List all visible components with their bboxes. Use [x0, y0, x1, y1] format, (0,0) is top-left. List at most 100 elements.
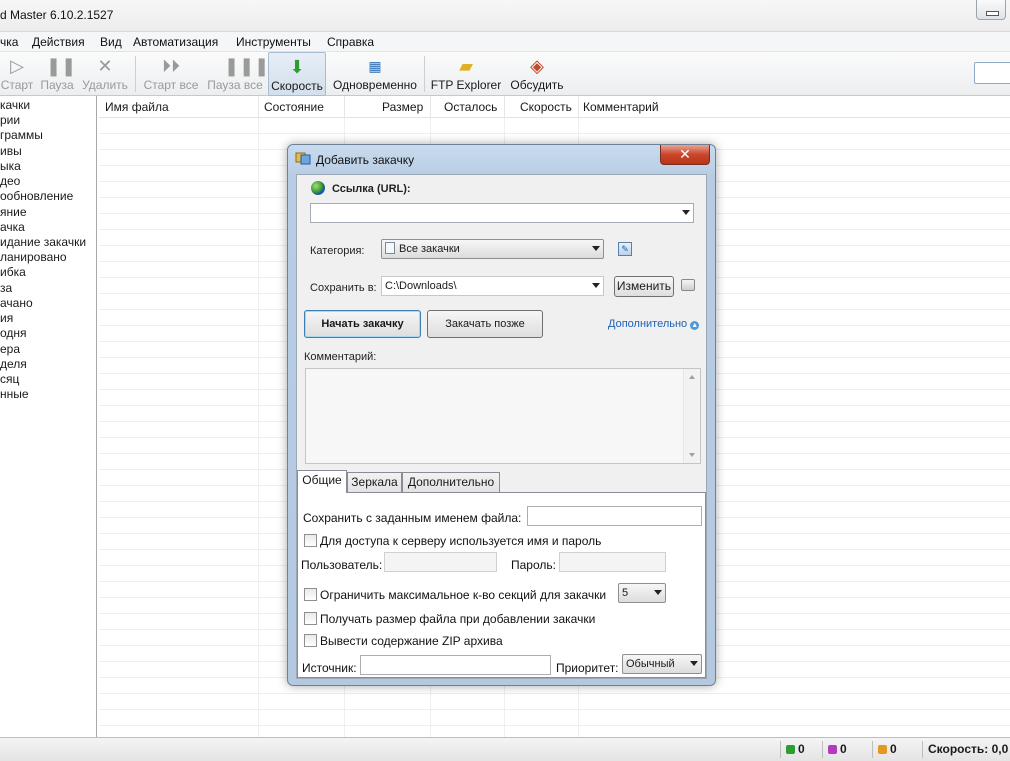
queued-status-icon [828, 745, 837, 754]
pause-icon: ❚❚ [46, 56, 77, 76]
start-button[interactable]: ▷ Старт [0, 52, 34, 96]
chevron-down-icon [690, 661, 698, 666]
limit-sections-label: Ограничить максимальное к-во секций для … [320, 588, 607, 602]
status-bar: 0 0 0 Скорость: 0,0 [0, 737, 1010, 761]
tree-item[interactable]: ланировано [0, 250, 67, 264]
paused-count: 0 [878, 742, 897, 756]
speed-button[interactable]: ⬇ Скорость [268, 52, 326, 96]
add-download-icon [295, 152, 311, 165]
pause-button[interactable]: ❚❚ Пауза [38, 52, 76, 96]
paused-status-icon [878, 745, 887, 754]
delete-x-icon: ✕ [97, 56, 113, 76]
column-header-comment[interactable]: Комментарий [583, 100, 659, 114]
limit-sections-checkbox[interactable] [304, 588, 317, 601]
ftp-explorer-button[interactable]: ▰ FTP Explorer [428, 52, 504, 96]
tree-item[interactable]: ибка [0, 265, 26, 279]
priority-select[interactable]: Обычный [622, 654, 702, 674]
category-folder-icon [385, 242, 395, 254]
tab-mirrors[interactable]: Зеркала [347, 472, 402, 492]
user-input[interactable] [384, 552, 497, 572]
tree-item[interactable]: граммы [0, 128, 43, 142]
zip-contents-checkbox[interactable] [304, 634, 317, 647]
globe-icon [311, 181, 325, 195]
tree-item[interactable]: яние [0, 205, 27, 219]
dialog-body: Ссылка (URL): Категория: Все закачки ✎ С… [296, 174, 707, 679]
save-path-select[interactable]: C:\Downloads\ [381, 276, 604, 296]
tree-item[interactable]: део [0, 174, 20, 188]
tree-item[interactable]: ивы [0, 144, 22, 158]
menu-view[interactable]: Вид [100, 35, 122, 49]
toolbar-separator [424, 56, 425, 92]
tree-item[interactable]: ера [0, 342, 20, 356]
menu-actions[interactable]: Действия [32, 35, 85, 49]
menu-file[interactable]: чка [0, 35, 18, 49]
simultaneous-button[interactable]: ▦ Одновременно [330, 52, 420, 96]
tree-item[interactable]: качки [0, 98, 30, 112]
save-as-label: Сохранить с заданным именем файла: [303, 511, 522, 525]
password-label: Пароль: [511, 558, 556, 572]
tree-item[interactable]: идание закачки [0, 235, 86, 249]
category-settings-icon[interactable]: ✎ [618, 242, 632, 256]
discuss-button[interactable]: ◈ Обсудить [507, 52, 567, 96]
tree-item[interactable]: рии [0, 113, 20, 127]
change-path-button[interactable]: Изменить [614, 276, 674, 297]
tree-item[interactable]: одня [0, 326, 27, 340]
tree-item[interactable]: за [0, 281, 12, 295]
play-icon: ▷ [10, 56, 24, 76]
tree-item[interactable]: ообновление [0, 189, 73, 203]
minimize-button[interactable] [976, 0, 1006, 20]
tab-page-general: Сохранить с заданным именем файла: Для д… [297, 492, 706, 678]
tree-item[interactable]: ачка [0, 220, 25, 234]
dialog-close-button[interactable]: ✕ [660, 145, 710, 165]
speed-readout: Скорость: 0,0 [928, 742, 1009, 756]
column-header-filename[interactable]: Имя файла [105, 100, 169, 114]
collapse-up-icon: ▲ [690, 321, 700, 330]
start-download-button[interactable]: Начать закачку [304, 310, 421, 338]
save-as-filename-input[interactable] [527, 506, 702, 526]
tree-item[interactable]: деля [0, 357, 27, 371]
sections-count-select[interactable]: 5 [618, 583, 666, 603]
chevron-down-icon [682, 210, 690, 215]
tree-item[interactable]: сяц [0, 372, 19, 386]
tree-item[interactable]: нные [0, 387, 29, 401]
download-later-button[interactable]: Закачать позже [427, 310, 543, 338]
tab-general[interactable]: Общие [297, 470, 347, 493]
start-all-button[interactable]: ⏵⏵ Старт все [140, 52, 202, 96]
password-input[interactable] [559, 552, 666, 572]
zip-contents-label: Вывести содержание ZIP архива [320, 634, 503, 648]
menu-tools[interactable]: Инструменты [236, 35, 311, 49]
url-input[interactable] [310, 203, 694, 223]
menu-bar: чка Действия Вид Автоматизация Инструмен… [0, 32, 1010, 52]
column-header-speed[interactable]: Скорость [520, 100, 572, 114]
get-size-label: Получать размер файла при добавлении зак… [320, 612, 596, 626]
pause-all-button[interactable]: ❚❚❚ Пауза все [205, 52, 269, 96]
tree-item[interactable]: ачано [0, 296, 33, 310]
auth-checkbox[interactable] [304, 534, 317, 547]
tab-advanced[interactable]: Дополнительно [402, 472, 500, 492]
menu-help[interactable]: Справка [327, 35, 374, 49]
menu-automation[interactable]: Автоматизация [133, 35, 218, 49]
disk-icon[interactable] [681, 279, 695, 291]
download-list-header: Имя файла Состояние Размер Осталось Скор… [99, 96, 1010, 118]
search-input[interactable] [974, 62, 1010, 84]
chevron-down-icon [592, 246, 600, 251]
auth-checkbox-label: Для доступа к серверу используется имя и… [320, 534, 602, 548]
url-label: Ссылка (URL): [332, 183, 411, 195]
column-header-remaining[interactable]: Осталось [444, 100, 497, 114]
column-header-size[interactable]: Размер [382, 100, 423, 114]
delete-button[interactable]: ✕ Удалить [80, 52, 130, 96]
dialog-title: Добавить закачку [316, 153, 415, 167]
column-header-status[interactable]: Состояние [264, 100, 324, 114]
queued-count: 0 [828, 742, 847, 756]
tree-item[interactable]: ия [0, 311, 13, 325]
comment-label: Комментарий: [304, 351, 377, 363]
tree-item[interactable]: ыка [0, 159, 21, 173]
discuss-icon: ◈ [530, 56, 544, 76]
comment-scrollbar[interactable] [683, 369, 700, 463]
comment-textarea[interactable] [305, 368, 701, 464]
source-input[interactable] [360, 655, 551, 675]
get-size-checkbox[interactable] [304, 612, 317, 625]
advanced-link[interactable]: Дополнительно ▲ [608, 318, 700, 330]
active-status-icon [786, 745, 795, 754]
category-select[interactable]: Все закачки [381, 239, 604, 259]
